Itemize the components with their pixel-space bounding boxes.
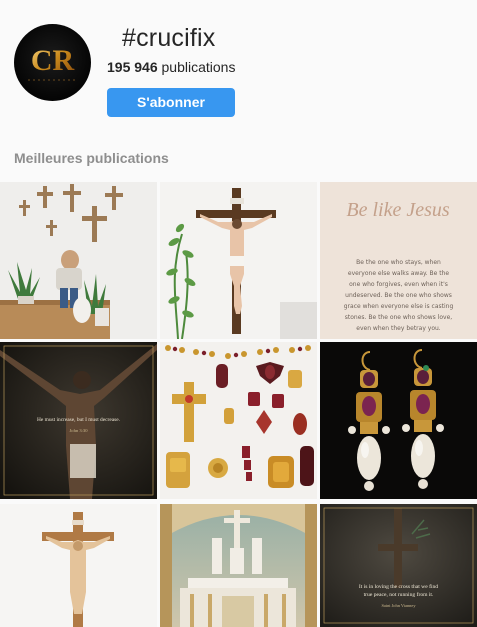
cross-quote-line-2: true peace, not running from it.: [364, 591, 434, 598]
be-like-jesus-line-1: Be the one who stays, when: [356, 259, 441, 266]
post-tile-crosses-wall[interactable]: [0, 182, 157, 339]
hashtag-header: CR #crucifix 195 946 publications S'abon…: [0, 0, 477, 135]
cross-quote-line-1: It is in loving the cross that we find: [359, 583, 438, 590]
hashtag-avatar: CR: [14, 24, 91, 101]
avatar-logo: CR: [28, 44, 77, 81]
avatar-logo-text: CR: [31, 44, 75, 77]
post-tile-altar[interactable]: [160, 504, 317, 627]
post-count: 195 946 publications: [107, 59, 235, 75]
post-tile-be-like-jesus[interactable]: Be like Jesus Be the one who stays, when…: [320, 182, 477, 339]
be-like-jesus-line-6: stones. Be the one who shows love,: [345, 314, 453, 321]
hashtag-title: #crucifix: [122, 24, 216, 52]
post-tile-cross-quote[interactable]: It is in loving the cross that we find t…: [320, 504, 477, 627]
cross-quote-cite: Saint John Vianney: [381, 603, 416, 608]
follow-button[interactable]: S'abonner: [107, 88, 235, 117]
be-like-jesus-line-4: undeserved. Be the one who shows: [345, 292, 452, 299]
post-tile-crucifix-plant[interactable]: [160, 182, 317, 339]
be-like-jesus-script: Be like Jesus: [346, 199, 449, 221]
post-tile-jewelry[interactable]: [160, 342, 317, 499]
post-tile-crucifix-quote[interactable]: He must increase, but I must decrease. J…: [0, 342, 157, 499]
post-count-value: 195 946: [107, 59, 158, 75]
post-count-label: publications: [161, 59, 236, 75]
be-like-jesus-line-3: one who forgives, even when it's: [349, 281, 448, 288]
crucifix-quote-cite: John 3:30: [70, 428, 89, 433]
be-like-jesus-line-2: everyone else walks away. Be the: [348, 270, 450, 277]
top-posts-title: Meilleures publications: [14, 150, 169, 166]
top-posts-grid: Be like Jesus Be the one who stays, when…: [0, 182, 477, 627]
post-tile-earrings[interactable]: [320, 342, 477, 499]
be-like-jesus-line-7: even when they betray you.: [356, 325, 441, 332]
crucifix-quote-text: He must increase, but I must decrease.: [37, 417, 120, 423]
be-like-jesus-line-5: grace when everyone else is casting: [344, 303, 454, 310]
post-tile-wooden-crucifix[interactable]: [0, 504, 157, 627]
